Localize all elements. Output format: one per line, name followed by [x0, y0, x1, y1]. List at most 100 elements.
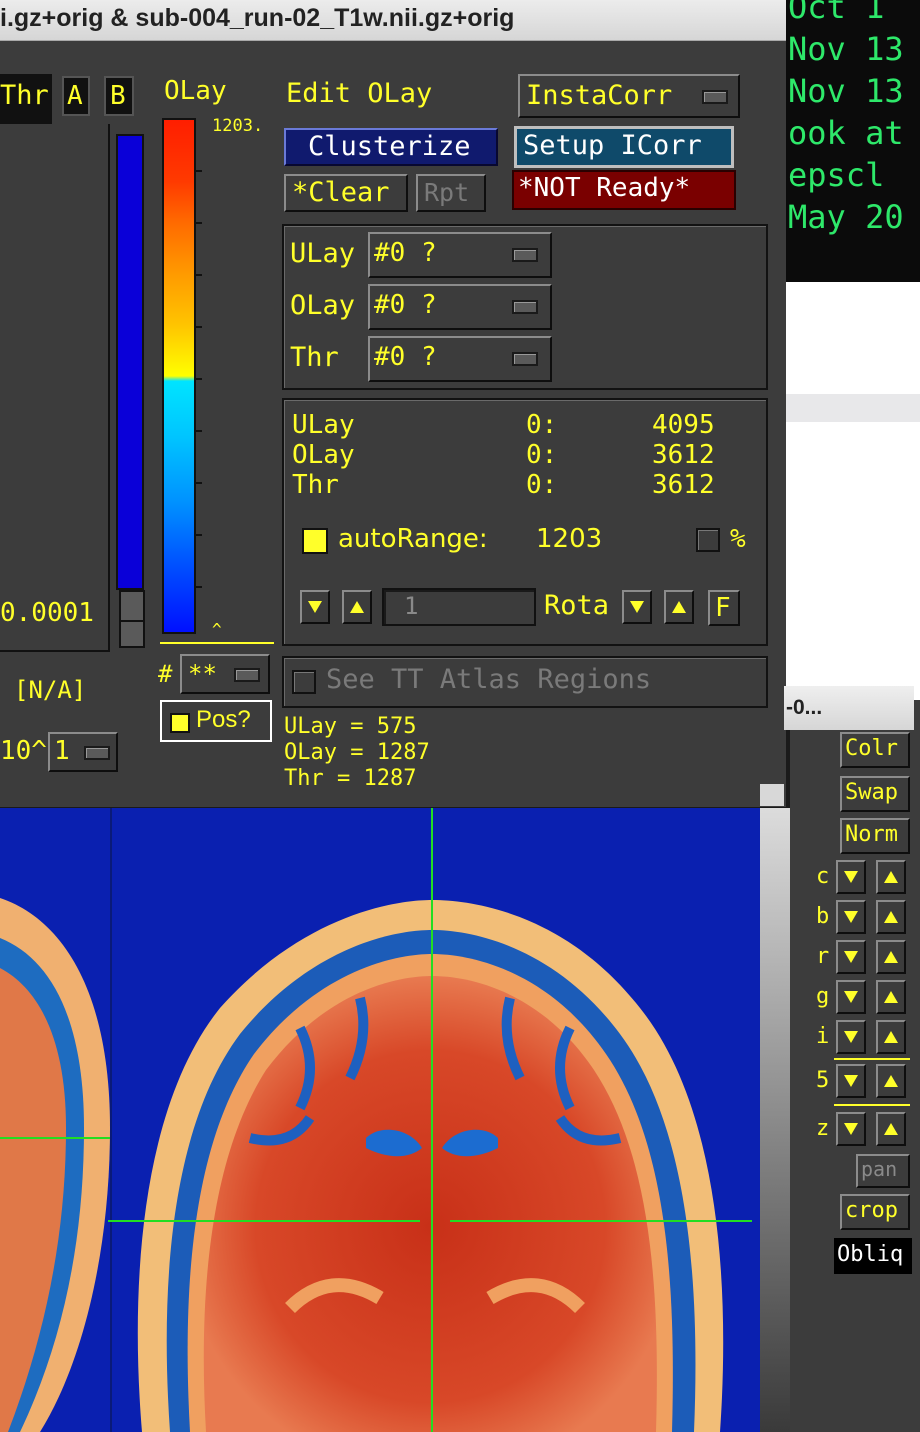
range-up-button[interactable] [342, 590, 372, 624]
s-label: 5 [816, 1068, 830, 1093]
brightness-label: b [816, 904, 830, 929]
clusterize-button[interactable]: Clusterize [284, 128, 498, 166]
readout-olay: OLay = 1287 [284, 740, 430, 765]
arrow-up-icon [672, 601, 686, 613]
menu-indicator-icon [512, 352, 538, 366]
arrow-up-icon [884, 871, 898, 883]
crop-button[interactable]: crop [840, 1194, 910, 1230]
olay-subbrick-menu[interactable]: #0 ? [368, 284, 552, 330]
norm-button[interactable]: Norm [840, 818, 910, 854]
rota-field[interactable]: 1 [382, 588, 536, 626]
s-up-button[interactable] [876, 1064, 906, 1098]
gamma-up-button[interactable] [876, 980, 906, 1014]
ulay-subbrick-menu[interactable]: #0 ? [368, 232, 552, 278]
mri-image-view[interactable] [0, 808, 760, 1432]
rotate-up-button[interactable] [876, 940, 906, 974]
colorbar-tick [196, 378, 202, 380]
rota-label: Rota [544, 590, 610, 621]
swap-button[interactable]: Swap [840, 776, 910, 812]
threshold-slider-frame [0, 124, 110, 652]
obliq-button[interactable]: Obliq [834, 1238, 912, 1274]
thr-subbrick-value: #0 ? [374, 342, 437, 372]
stats-ulay-label: ULay [292, 410, 355, 440]
zoom-down-button[interactable] [836, 1112, 866, 1146]
colorbar-caret: ^ [212, 620, 222, 639]
arrow-down-icon [630, 601, 644, 613]
atlas-label: See TT Atlas Regions [326, 664, 652, 695]
colr-button[interactable]: Colr [840, 732, 910, 768]
resize-grip-icon[interactable] [760, 784, 784, 806]
menu-indicator-icon [84, 746, 110, 760]
thr-subbrick-menu[interactable]: #0 ? [368, 336, 552, 382]
terminal-line: Oct 1 [788, 0, 885, 26]
hash-label: # [158, 660, 173, 688]
setup-icorr-button[interactable]: Setup ICorr [514, 126, 734, 168]
instacorr-menu[interactable]: InstaCorr [518, 74, 740, 118]
atlas-checkbox[interactable] [292, 670, 316, 694]
window-titlebar[interactable]: i.gz+orig & sub-004_run-02_T1w.nii.gz+or… [0, 0, 786, 41]
colorbar-tick [196, 430, 202, 432]
ulay-subbrick-value: #0 ? [374, 238, 437, 268]
arrow-down-icon [844, 991, 858, 1003]
colorbar-tick [196, 482, 202, 484]
s-down-button[interactable] [836, 1064, 866, 1098]
threshold-slider-track[interactable] [116, 134, 144, 590]
colorbar-top-value: 1203. [212, 116, 264, 136]
stats-thr-index: 0: [526, 470, 558, 500]
subbrick-olay-label: OLay [290, 290, 356, 321]
threshold-slider-thumb-lower[interactable] [119, 620, 145, 648]
arrow-up-icon [350, 601, 364, 613]
button-b[interactable]: B [104, 76, 134, 116]
swap-label: Swap [845, 780, 898, 805]
olay-subbrick-value: #0 ? [374, 290, 437, 320]
arrow-up-icon [884, 1031, 898, 1043]
rota-down-button[interactable] [622, 590, 652, 624]
side-divider [834, 1058, 910, 1060]
percent-checkbox[interactable] [696, 528, 720, 552]
pos-checkbox[interactable] [170, 713, 190, 733]
pan-button[interactable]: pan [856, 1154, 910, 1188]
clear-button[interactable]: *Clear [284, 174, 408, 212]
olay-colorbar[interactable] [162, 118, 196, 634]
thr-label-box: Thr [0, 74, 52, 124]
clusterize-label: Clusterize [308, 131, 471, 162]
stats-ulay-index: 0: [526, 410, 558, 440]
rota-up-button[interactable] [664, 590, 694, 624]
brightness-up-button[interactable] [876, 900, 906, 934]
percent-label: % [730, 524, 746, 554]
clear-label: *Clear [292, 177, 390, 208]
menu-indicator-icon [512, 248, 538, 262]
side-divider [834, 1104, 910, 1106]
zoom-label: z [816, 1116, 830, 1141]
terminal-line: May 20 [788, 198, 904, 236]
gamma-down-button[interactable] [836, 980, 866, 1014]
colorbar-panes-menu[interactable]: ** [180, 654, 270, 694]
not-ready-label: *NOT Ready* [518, 173, 691, 203]
contrast-down-button[interactable] [836, 860, 866, 894]
brightness-down-button[interactable] [836, 900, 866, 934]
pos-label: Pos? [196, 706, 251, 733]
exponent-menu[interactable]: 1 [48, 732, 118, 772]
image-window-titlebar[interactable]: -0... [784, 686, 914, 730]
image-window-title: -0... [786, 696, 823, 719]
rpt-button[interactable]: Rpt [416, 174, 486, 212]
arrow-down-icon [308, 601, 322, 613]
rotate-down-button[interactable] [836, 940, 866, 974]
f-button[interactable]: F [708, 590, 740, 626]
colorbar-tick [196, 222, 202, 224]
pos-toggle[interactable]: Pos? [160, 700, 272, 742]
stats-olay-label: OLay [292, 440, 355, 470]
range-down-button[interactable] [300, 590, 330, 624]
background-band [784, 394, 920, 422]
index-down-button[interactable] [836, 1020, 866, 1054]
index-up-button[interactable] [876, 1020, 906, 1054]
contrast-up-button[interactable] [876, 860, 906, 894]
zoom-up-button[interactable] [876, 1112, 906, 1146]
image-scrollbar[interactable] [760, 808, 790, 1432]
f-label: F [715, 593, 731, 623]
subbrick-thr-label: Thr [290, 342, 339, 373]
threshold-slider-thumb[interactable] [119, 590, 145, 622]
gamma-label: g [816, 984, 830, 1009]
button-a[interactable]: A [62, 76, 90, 116]
autorange-checkbox[interactable] [302, 528, 328, 554]
